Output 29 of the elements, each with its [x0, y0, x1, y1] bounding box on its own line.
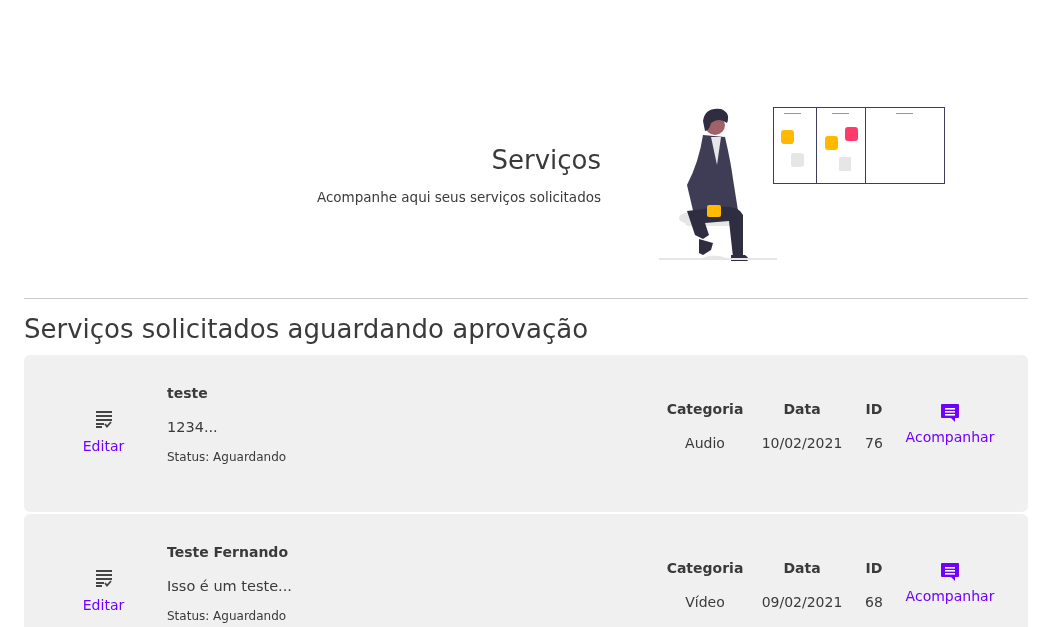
- service-name: Teste Fernando: [167, 544, 289, 560]
- page-subtitle: Acompanhe aqui seus serviços solicitados: [316, 189, 601, 205]
- page-title: Serviços: [491, 145, 601, 175]
- service-description: 1234...: [167, 419, 219, 435]
- id-label: ID: [865, 560, 883, 576]
- checklist-icon: [95, 570, 112, 587]
- date-value: 09/02/2021: [761, 594, 843, 610]
- category-label: Categoria: [666, 401, 744, 417]
- date-label: Data: [783, 401, 821, 417]
- chat-icon: [940, 562, 960, 582]
- checklist-icon: [95, 411, 112, 428]
- category-value: Vídeo: [685, 594, 725, 610]
- id-label: ID: [865, 401, 883, 417]
- edit-link[interactable]: Editar: [82, 597, 125, 613]
- service-name: teste: [167, 385, 209, 401]
- category-value: Audio: [685, 435, 725, 451]
- follow-link[interactable]: Acompanhar: [905, 588, 995, 604]
- date-value: 10/02/2021: [761, 435, 843, 451]
- id-value: 76: [865, 435, 883, 451]
- category-label: Categoria: [666, 560, 744, 576]
- follow-link[interactable]: Acompanhar: [905, 429, 995, 445]
- date-label: Data: [783, 560, 821, 576]
- service-status: Status: Aguardando: [167, 609, 288, 623]
- chat-icon: [940, 403, 960, 423]
- id-value: 68: [865, 594, 883, 610]
- section-heading: Serviços solicitados aguardando aprovação: [24, 313, 590, 345]
- service-status: Status: Aguardando: [167, 450, 288, 464]
- service-description: Isso é um teste...: [167, 578, 293, 594]
- edit-link[interactable]: Editar: [82, 438, 125, 454]
